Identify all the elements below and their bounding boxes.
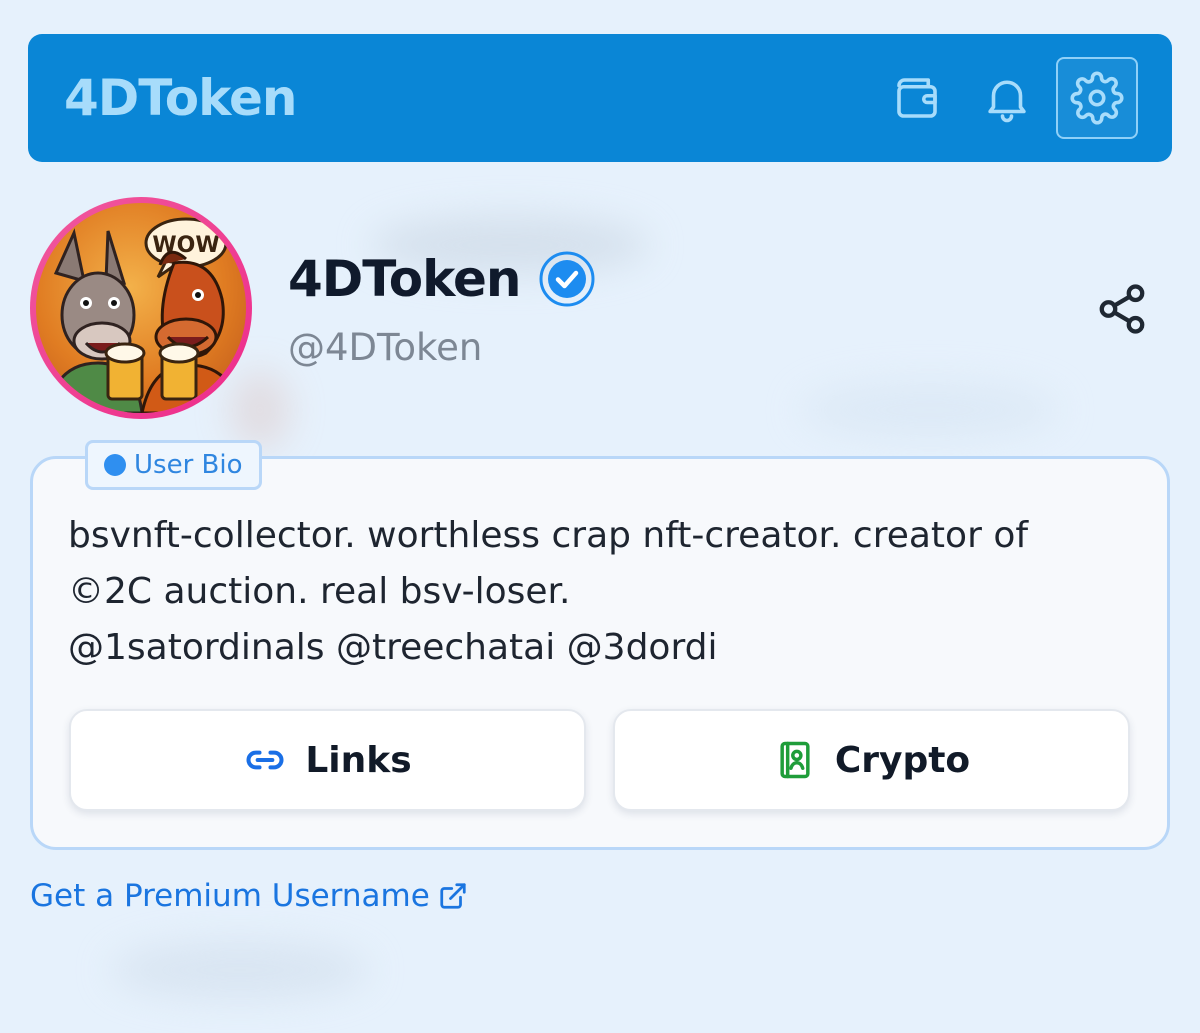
link-icon [246, 750, 284, 770]
bio-mentions-line[interactable]: @1satordinals @treechatai @3dordi [68, 620, 1138, 676]
display-name: 4DToken [288, 250, 522, 308]
avatar-caption: WOW [152, 233, 219, 258]
bio-section-label: User Bio [85, 440, 262, 490]
bio-line: bsvnft-collector. worthless crap nft-cre… [68, 515, 1029, 556]
contact-book-icon [780, 741, 810, 779]
background-blur [110, 940, 370, 1000]
bio-label-text: User Bio [134, 450, 243, 480]
background-blur [230, 370, 290, 450]
wallet-icon [897, 78, 937, 118]
premium-link-text: Get a Premium Username [30, 878, 430, 914]
profile-name-row: 4DToken [288, 250, 595, 308]
top-app-bar: 4DToken [28, 34, 1172, 162]
avatar-image: WOW [36, 203, 246, 413]
links-button[interactable]: Links [69, 709, 586, 811]
background-blur [800, 380, 1060, 440]
avatar[interactable]: WOW [30, 197, 252, 419]
external-link-icon [440, 883, 466, 909]
links-button-label: Links [305, 739, 412, 781]
crypto-button[interactable]: Crypto [613, 709, 1130, 811]
bell-icon [988, 80, 1026, 123]
bio-text: bsvnft-collector. worthless crap nft-cre… [68, 508, 1138, 676]
wallet-button[interactable] [876, 57, 958, 139]
settings-button[interactable] [1056, 57, 1138, 139]
avatar-illustration: WOW [44, 217, 242, 413]
bio-dot-icon [104, 454, 126, 476]
share-icon[interactable] [1095, 282, 1149, 336]
brand-title[interactable]: 4DToken [64, 69, 868, 127]
premium-username-link[interactable]: Get a Premium Username [30, 878, 468, 914]
settings-icon [1070, 71, 1124, 125]
username-handle: @4DToken [288, 326, 483, 369]
notifications-button[interactable] [966, 57, 1048, 139]
crypto-button-label: Crypto [834, 739, 971, 781]
bio-line: ©2C auction. real bsv-loser. [68, 571, 571, 612]
verified-badge-icon [539, 251, 595, 307]
